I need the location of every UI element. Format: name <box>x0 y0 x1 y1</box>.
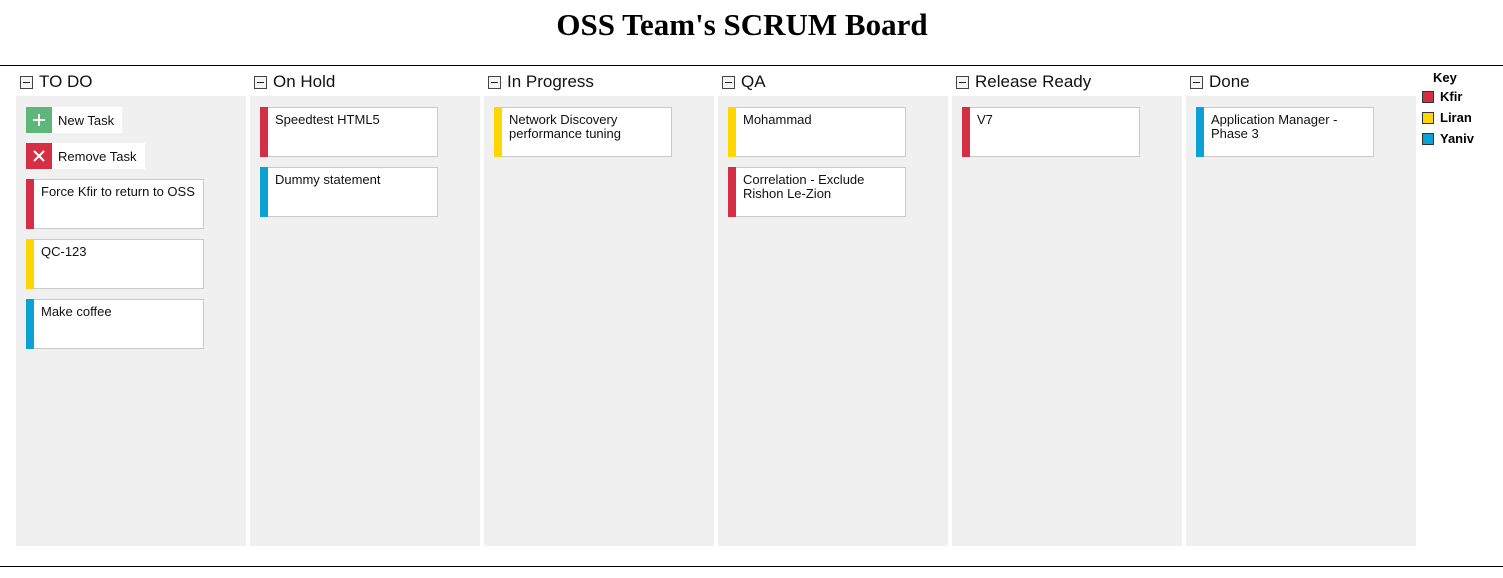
task-card[interactable]: V7 <box>962 107 1140 157</box>
owner-stripe <box>26 179 34 229</box>
task-title: Correlation - Exclude Rishon Le-Zion <box>743 172 865 201</box>
collapse-icon[interactable] <box>254 75 267 89</box>
column-body: Mohammad Correlation - Exclude Rishon Le… <box>718 96 948 546</box>
collapse-icon[interactable] <box>956 75 969 89</box>
key-item-liran: Liran <box>1422 107 1474 128</box>
column-header: Done <box>1186 70 1416 94</box>
remove-task-button[interactable]: Remove Task <box>26 143 145 169</box>
column-title: On Hold <box>273 72 336 91</box>
key-label: Liran <box>1440 110 1472 125</box>
task-title: Network Discovery performance tuning <box>509 112 622 141</box>
column-body: Network Discovery performance tuning <box>484 96 714 546</box>
header-divider <box>0 65 1503 66</box>
column-todo: TO DO New Task Remove Task Force Kfir to… <box>16 70 246 546</box>
close-icon <box>26 143 52 169</box>
collapse-icon[interactable] <box>1190 75 1203 89</box>
column-title: QA <box>741 72 766 91</box>
column-release-ready: Release Ready V7 <box>952 70 1182 546</box>
owner-stripe <box>1196 107 1204 157</box>
owner-stripe <box>494 107 502 157</box>
collapse-icon[interactable] <box>20 75 33 89</box>
task-card[interactable]: Network Discovery performance tuning <box>494 107 672 157</box>
owner-stripe <box>728 107 736 157</box>
task-card[interactable]: Correlation - Exclude Rishon Le-Zion <box>728 167 906 217</box>
remove-task-label: Remove Task <box>58 148 137 164</box>
task-title: V7 <box>977 112 993 127</box>
column-title: Release Ready <box>975 72 1092 91</box>
new-task-label: New Task <box>58 112 115 128</box>
task-title: Dummy statement <box>275 172 381 187</box>
task-card[interactable]: Mohammad <box>728 107 906 157</box>
plus-icon <box>26 107 52 133</box>
footer-divider <box>0 566 1503 567</box>
owner-stripe <box>26 299 34 349</box>
color-swatch <box>1422 90 1434 103</box>
task-title: Application Manager - Phase 3 <box>1211 112 1338 141</box>
owner-stripe <box>728 167 736 217</box>
column-title: Done <box>1209 72 1250 91</box>
task-title: Speedtest HTML5 <box>275 112 380 127</box>
task-card[interactable]: Dummy statement <box>260 167 438 217</box>
column-title: TO DO <box>39 72 93 91</box>
owner-key: Key Kfir Liran Yaniv <box>1422 70 1474 149</box>
page-title: OSS Team's SCRUM Board <box>556 7 928 42</box>
task-title: QC-123 <box>41 244 87 259</box>
owner-stripe <box>260 107 268 157</box>
column-done: Done Application Manager - Phase 3 <box>1186 70 1416 546</box>
owner-stripe <box>26 239 34 289</box>
column-title: In Progress <box>507 72 594 91</box>
task-title: Make coffee <box>41 304 112 319</box>
scrum-board-page: OSS Team's SCRUM Board TO DO New Task Re… <box>0 0 1503 578</box>
task-card[interactable]: QC-123 <box>26 239 204 289</box>
task-title: Mohammad <box>743 112 812 127</box>
key-title: Key <box>1433 70 1457 85</box>
column-header: Release Ready <box>952 70 1182 94</box>
key-item-kfir: Kfir <box>1422 86 1474 107</box>
task-card[interactable]: Force Kfir to return to OSS <box>26 179 204 229</box>
key-label: Yaniv <box>1440 131 1474 146</box>
column-body: New Task Remove Task Force Kfir to retur… <box>16 96 246 546</box>
column-qa: QA Mohammad Correlation - Exclude Rishon… <box>718 70 948 546</box>
column-on-hold: On Hold Speedtest HTML5 Dummy statement <box>250 70 480 546</box>
column-header: QA <box>718 70 948 94</box>
task-title: Force Kfir to return to OSS <box>41 184 195 199</box>
color-swatch <box>1422 132 1434 145</box>
column-body: Application Manager - Phase 3 <box>1186 96 1416 546</box>
collapse-icon[interactable] <box>722 75 735 89</box>
column-body: V7 <box>952 96 1182 546</box>
column-header: On Hold <box>250 70 480 94</box>
column-body: Speedtest HTML5 Dummy statement <box>250 96 480 546</box>
column-header: TO DO <box>16 70 246 94</box>
owner-stripe <box>962 107 970 157</box>
new-task-button[interactable]: New Task <box>26 107 123 133</box>
key-label: Kfir <box>1440 89 1463 104</box>
task-card[interactable]: Speedtest HTML5 <box>260 107 438 157</box>
column-in-progress: In Progress Network Discovery performanc… <box>484 70 714 546</box>
color-swatch <box>1422 111 1434 124</box>
owner-stripe <box>260 167 268 217</box>
task-card[interactable]: Application Manager - Phase 3 <box>1196 107 1374 157</box>
collapse-icon[interactable] <box>488 75 501 89</box>
task-card[interactable]: Make coffee <box>26 299 204 349</box>
key-item-yaniv: Yaniv <box>1422 128 1474 149</box>
column-header: In Progress <box>484 70 714 94</box>
